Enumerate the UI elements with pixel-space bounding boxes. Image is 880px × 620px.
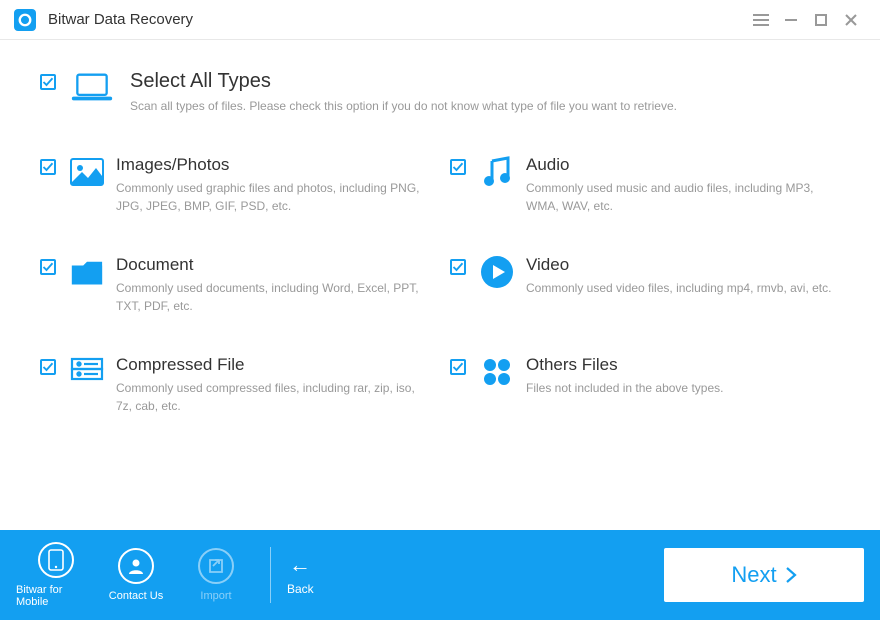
- bitwar-mobile-button[interactable]: Bitwar for Mobile: [16, 539, 96, 611]
- type-images: Images/Photos Commonly used graphic files…: [40, 155, 430, 215]
- type-desc: Files not included in the above types.: [526, 379, 723, 397]
- type-desc: Commonly used compressed files, includin…: [116, 379, 426, 415]
- back-label: Back: [287, 582, 314, 596]
- select-all-checkbox[interactable]: [40, 74, 56, 90]
- type-others: Others Files Files not included in the ab…: [450, 355, 840, 415]
- type-document: Document Commonly used documents, includi…: [40, 255, 430, 315]
- close-button[interactable]: [836, 5, 866, 35]
- type-desc: Commonly used documents, including Word,…: [116, 279, 426, 315]
- checkbox-audio[interactable]: [450, 159, 466, 175]
- content-area: Select All Types Scan all types of files…: [0, 40, 880, 530]
- compressed-icon: [70, 355, 104, 389]
- type-desc: Commonly used video files, including mp4…: [526, 279, 831, 297]
- type-compressed: Compressed File Commonly used compressed …: [40, 355, 430, 415]
- titlebar: Bitwar Data Recovery: [0, 0, 880, 40]
- chevron-right-icon: [785, 566, 797, 584]
- select-all-types: Select All Types Scan all types of files…: [40, 70, 840, 115]
- laptop-icon: [70, 70, 114, 104]
- contact-icon: [118, 548, 154, 584]
- select-all-title: Select All Types: [130, 70, 677, 93]
- import-button[interactable]: Import: [176, 539, 256, 611]
- back-arrow-icon: ←: [289, 554, 311, 576]
- others-icon: [480, 355, 514, 389]
- next-label: Next: [731, 562, 776, 588]
- back-button[interactable]: ← Back: [285, 554, 314, 596]
- contact-us-label: Contact Us: [109, 590, 163, 602]
- type-title: Others Files: [526, 355, 723, 375]
- menu-icon[interactable]: [746, 5, 776, 35]
- type-title: Document: [116, 255, 426, 275]
- type-desc: Commonly used music and audio files, inc…: [526, 179, 836, 215]
- type-desc: Commonly used graphic files and photos, …: [116, 179, 426, 215]
- next-button[interactable]: Next: [664, 548, 864, 602]
- footer: Bitwar for Mobile Contact Us Import ← Ba…: [0, 530, 880, 620]
- video-icon: [480, 255, 514, 289]
- type-video: Video Commonly used video files, includin…: [450, 255, 840, 315]
- maximize-button[interactable]: [806, 5, 836, 35]
- type-title: Video: [526, 255, 831, 275]
- contact-us-button[interactable]: Contact Us: [96, 539, 176, 611]
- type-audio: Audio Commonly used music and audio files…: [450, 155, 840, 215]
- minimize-button[interactable]: [776, 5, 806, 35]
- document-icon: [70, 255, 104, 289]
- checkbox-others[interactable]: [450, 359, 466, 375]
- select-all-desc: Scan all types of files. Please check th…: [130, 97, 677, 115]
- image-icon: [70, 155, 104, 189]
- bitwar-mobile-label: Bitwar for Mobile: [16, 584, 96, 608]
- checkbox-video[interactable]: [450, 259, 466, 275]
- app-logo: [14, 9, 36, 31]
- checkbox-compressed[interactable]: [40, 359, 56, 375]
- app-title: Bitwar Data Recovery: [48, 11, 193, 28]
- type-title: Images/Photos: [116, 155, 426, 175]
- checkbox-document[interactable]: [40, 259, 56, 275]
- import-label: Import: [200, 590, 231, 602]
- import-icon: [198, 548, 234, 584]
- checkbox-images[interactable]: [40, 159, 56, 175]
- footer-divider: [270, 547, 271, 603]
- type-title: Compressed File: [116, 355, 426, 375]
- mobile-icon: [38, 542, 74, 578]
- audio-icon: [480, 155, 514, 189]
- type-title: Audio: [526, 155, 836, 175]
